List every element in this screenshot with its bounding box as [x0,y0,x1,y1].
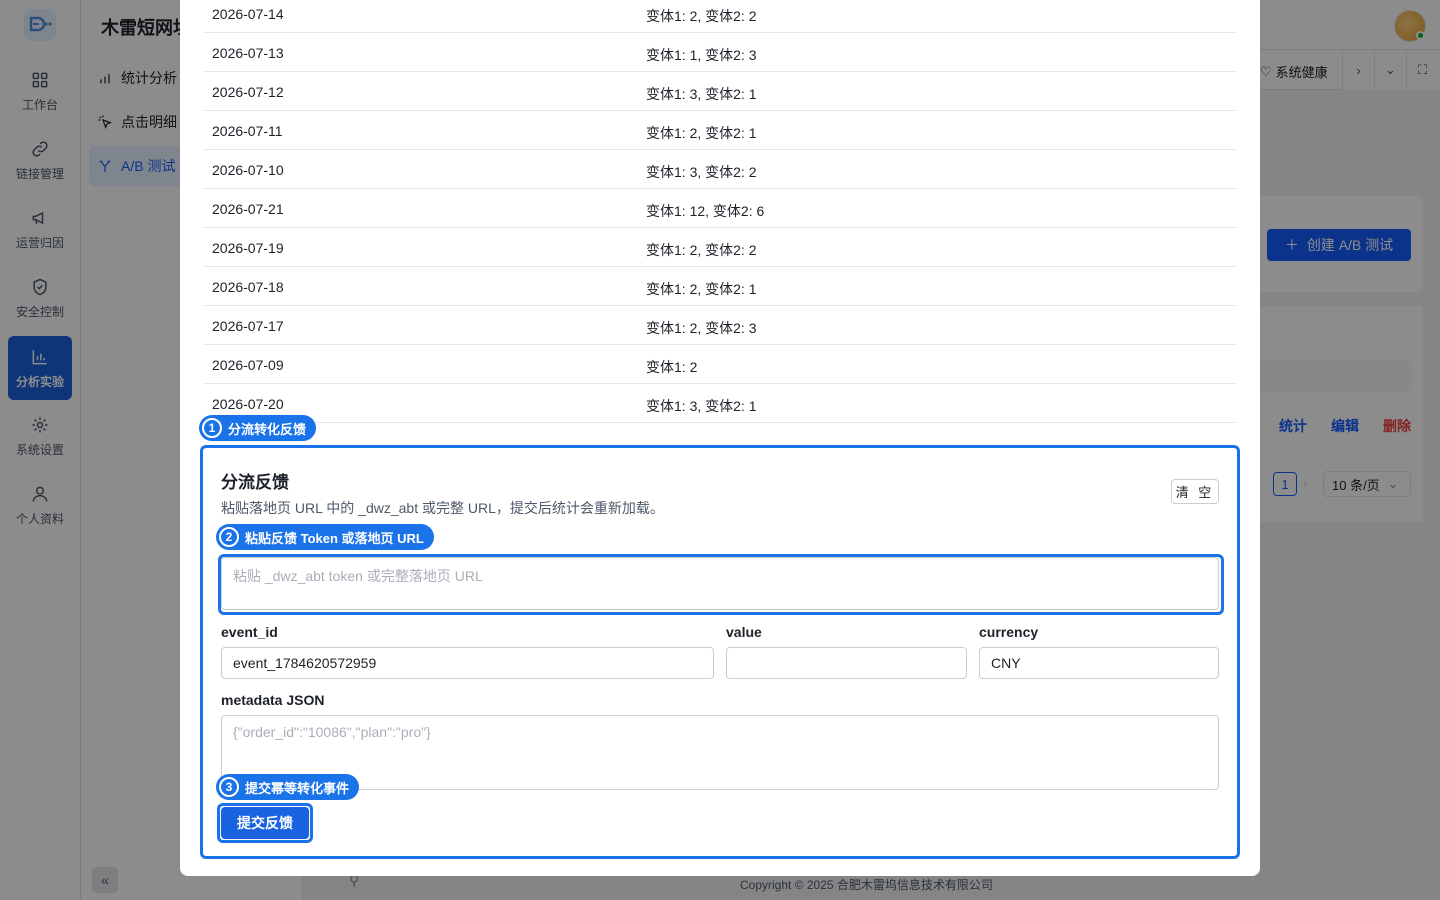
feedback-title: 分流反馈 [221,473,289,492]
row-date: 2026-07-12 [212,84,284,100]
table-row: 2026-07-20 变体1: 3, 变体2: 1 [204,384,1236,423]
row-variant-counts: 变体1: 2, 变体2: 2 [646,242,757,258]
currency-input[interactable] [979,647,1219,679]
table-row: 2026-07-12 变体1: 3, 变体2: 1 [204,72,1236,111]
tour-step-number: 3 [219,777,239,797]
tour-step-number: 1 [202,418,222,438]
clear-button[interactable]: 清 空 [1171,479,1219,504]
table-row: 2026-07-17 变体1: 2, 变体2: 3 [204,306,1236,345]
row-date: 2026-07-20 [212,396,284,412]
tour-step-text: 分流转化反馈 [228,421,307,437]
row-date: 2026-07-21 [212,201,284,217]
event-id-input[interactable] [221,647,714,679]
row-variant-counts: 变体1: 1, 变体2: 3 [646,47,757,63]
row-variant-counts: 变体1: 2, 变体2: 1 [646,281,757,297]
table-row: 2026-07-10 变体1: 3, 变体2: 2 [204,150,1236,189]
row-date: 2026-07-19 [212,240,284,256]
row-date: 2026-07-09 [212,357,284,373]
table-row: 2026-07-21 变体1: 12, 变体2: 6 [204,189,1236,228]
table-row: 2026-07-18 变体1: 2, 变体2: 1 [204,267,1236,306]
row-date: 2026-07-14 [212,6,284,22]
tour-step-number: 2 [219,527,239,547]
metadata-json-label: metadata JSON [221,692,325,708]
feedback-description: 粘贴落地页 URL 中的 _dwz_abt 或完整 URL，提交后统计会重新加载… [221,500,664,516]
table-row: 2026-07-19 变体1: 2, 变体2: 2 [204,228,1236,267]
submit-feedback-button[interactable]: 提交反馈 [221,807,309,839]
metadata-json-input[interactable] [221,715,1219,790]
tour-step-badge: 1 分流转化反馈 [199,415,317,441]
tour-step-text: 粘贴反馈 Token 或落地页 URL [245,530,424,546]
token-input[interactable] [221,557,1219,610]
table-row: 2026-07-09 变体1: 2 [204,345,1236,384]
event-id-label: event_id [221,624,278,640]
row-variant-counts: 变体1: 2 [646,359,698,375]
value-input[interactable] [726,647,967,679]
row-date: 2026-07-18 [212,279,284,295]
row-date: 2026-07-13 [212,45,284,61]
row-variant-counts: 变体1: 12, 变体2: 6 [646,203,765,219]
tour-step-badge: 3 提交幂等转化事件 [216,774,360,800]
row-date: 2026-07-17 [212,318,284,334]
table-row: 2026-07-14 变体1: 2, 变体2: 2 [204,0,1236,33]
tour-step-badge: 2 粘贴反馈 Token 或落地页 URL [216,524,434,550]
row-variant-counts: 变体1: 2, 变体2: 3 [646,320,757,336]
row-date: 2026-07-11 [212,123,283,139]
currency-label: currency [979,624,1039,640]
row-variant-counts: 变体1: 3, 变体2: 1 [646,86,757,102]
row-variant-counts: 变体1: 3, 变体2: 1 [646,398,757,414]
row-variant-counts: 变体1: 2, 变体2: 2 [646,8,757,24]
row-date: 2026-07-10 [212,162,284,178]
table-row: 2026-07-11 变体1: 2, 变体2: 1 [204,111,1236,150]
table-row: 2026-07-13 变体1: 1, 变体2: 3 [204,33,1236,72]
row-variant-counts: 变体1: 3, 变体2: 2 [646,164,757,180]
value-label: value [726,624,762,640]
row-variant-counts: 变体1: 2, 变体2: 1 [646,125,757,141]
tour-step-text: 提交幂等转化事件 [245,780,350,796]
